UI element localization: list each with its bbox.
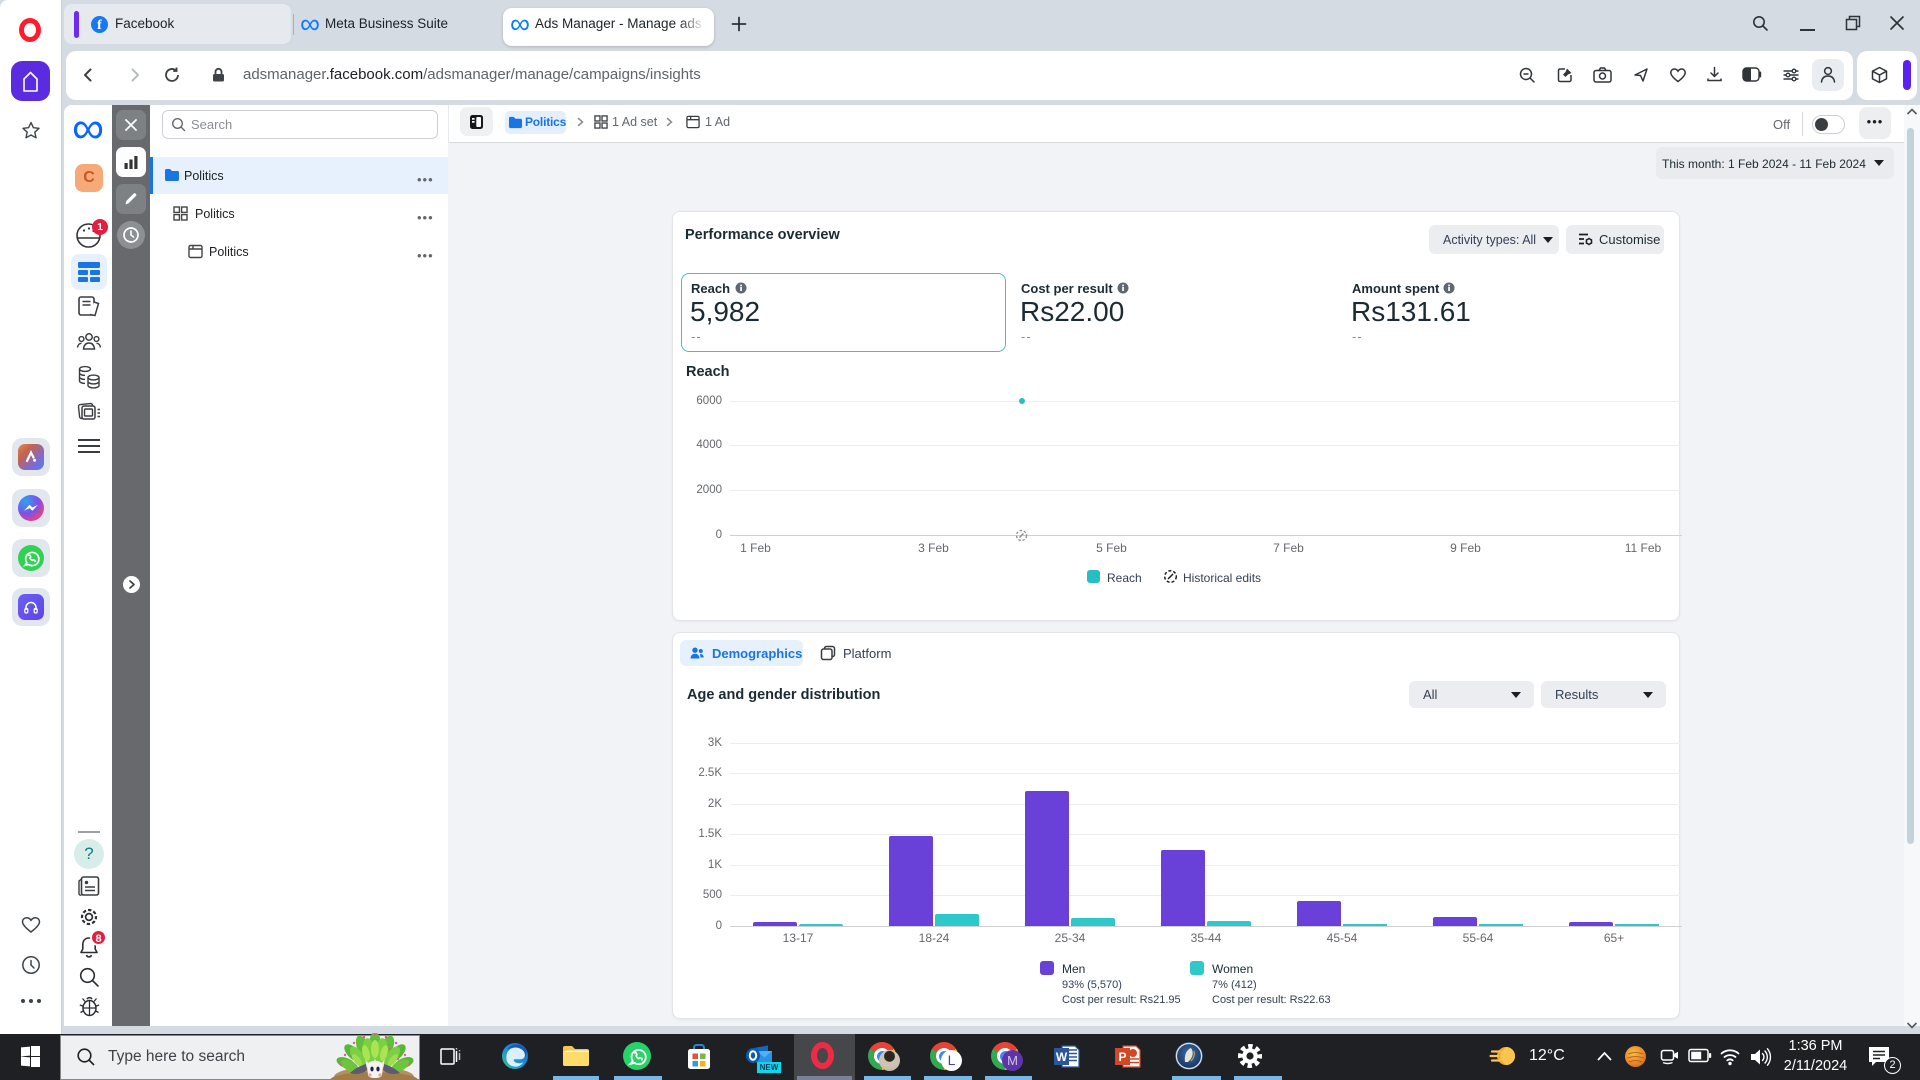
svg-text:P: P (1118, 1050, 1126, 1064)
svg-text:W: W (1056, 1050, 1068, 1064)
